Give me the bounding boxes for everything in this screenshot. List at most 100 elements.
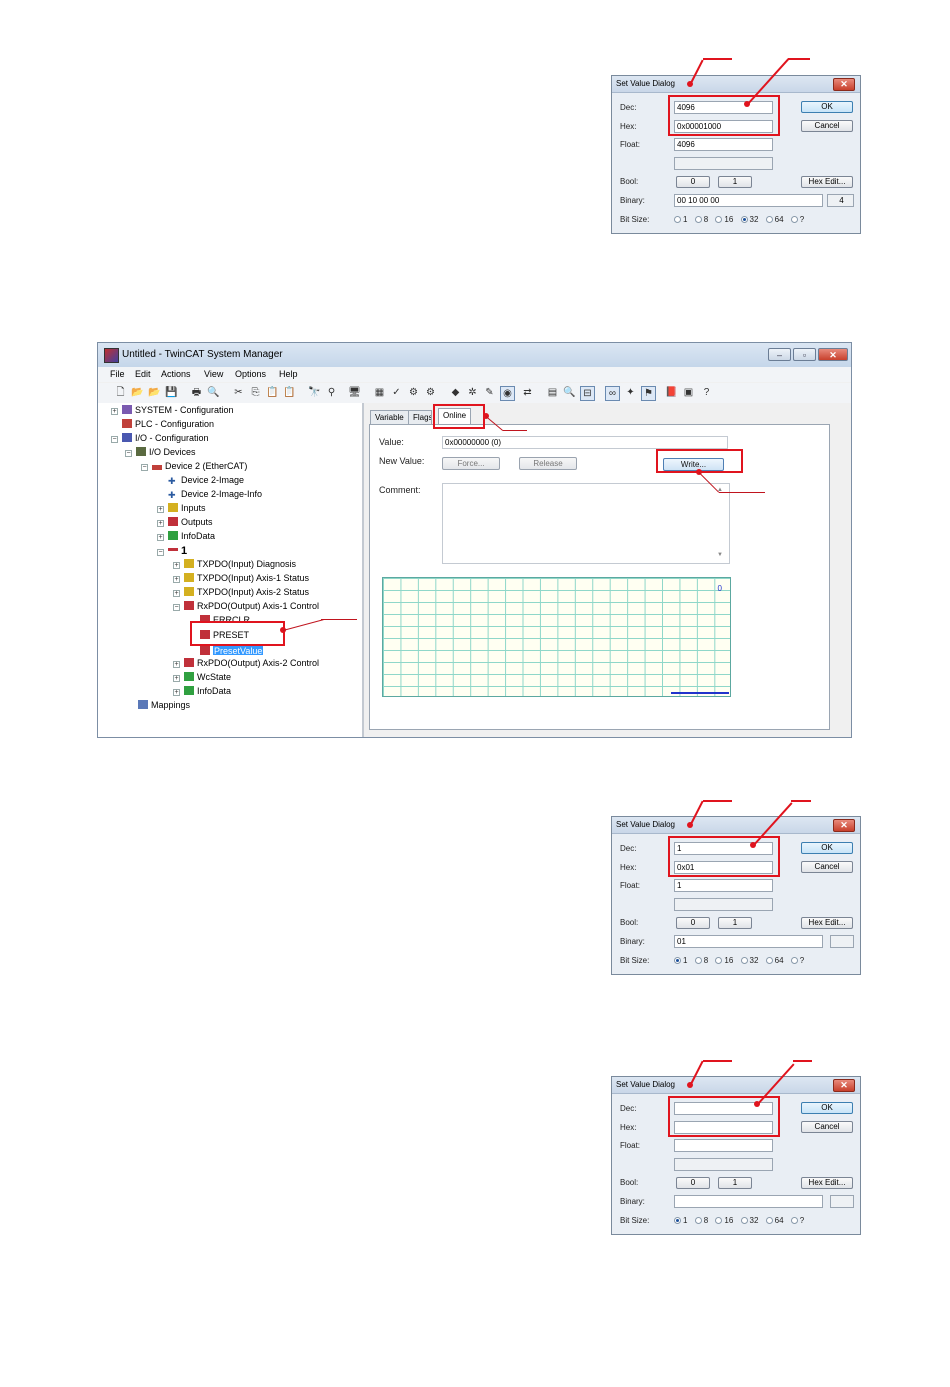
force-button[interactable]: Force...: [442, 457, 500, 470]
target-system-icon[interactable]: ✦: [624, 386, 637, 399]
tree-item-infodata[interactable]: InfoData: [168, 531, 215, 541]
bool-0-button[interactable]: 0: [676, 1177, 710, 1189]
generate-mappings-icon[interactable]: ▦: [373, 386, 386, 399]
hex-edit-button[interactable]: Hex Edit...: [801, 176, 853, 188]
tree-item-txpdo-axis1[interactable]: TXPDO(Input) Axis-1 Status: [184, 573, 309, 583]
hex-edit-button[interactable]: Hex Edit...: [801, 1177, 853, 1189]
tree-item-rxpdo-axis2[interactable]: RxPDO(Output) Axis-2 Control: [184, 658, 319, 668]
tree-item-inputs[interactable]: Inputs: [168, 503, 206, 513]
collapse-icon[interactable]: −: [125, 450, 132, 457]
tree-item-preset-value[interactable]: PresetValue: [200, 646, 264, 655]
bit-size-64-radio[interactable]: 64: [765, 215, 784, 224]
menu-help[interactable]: Help: [279, 369, 298, 379]
bit-size-1-radio[interactable]: 1: [674, 956, 687, 965]
ok-button[interactable]: OK: [801, 1102, 853, 1114]
bit-size-16-radio[interactable]: 16: [715, 956, 733, 965]
float-field[interactable]: 1: [674, 879, 773, 892]
bool-1-button[interactable]: 1: [718, 917, 752, 929]
tree-item-device2-image-info[interactable]: ✚ Device 2-Image-Info: [168, 489, 262, 500]
find-icon[interactable]: 🔭: [308, 386, 321, 399]
check-configuration-icon[interactable]: ✓: [390, 386, 403, 399]
bit-size-64-radio[interactable]: 64: [765, 956, 784, 965]
copy-icon[interactable]: ⎘: [249, 386, 262, 399]
close-icon[interactable]: ✕: [833, 819, 855, 832]
find-next-icon[interactable]: ⚲: [325, 386, 338, 399]
menu-options[interactable]: Options: [235, 369, 266, 379]
paste-with-links-icon[interactable]: 📋: [283, 386, 296, 399]
tree-item-io[interactable]: I/O - Configuration: [122, 433, 209, 443]
tree-item-mappings[interactable]: Mappings: [138, 700, 190, 710]
print-icon[interactable]: 🖶: [190, 386, 203, 399]
cancel-button[interactable]: Cancel: [801, 120, 853, 132]
tab-variable[interactable]: Variable: [370, 410, 409, 425]
toggle-icon[interactable]: ⇄: [521, 386, 534, 399]
cancel-button[interactable]: Cancel: [801, 1121, 853, 1133]
free-run-icon[interactable]: ✲: [466, 386, 479, 399]
binary-field[interactable]: 01: [674, 935, 823, 948]
tree-item-io-devices[interactable]: I/O Devices: [136, 447, 196, 457]
expand-icon[interactable]: +: [173, 590, 180, 597]
bit-size-auto-radio[interactable]: ?: [790, 215, 804, 224]
tree-item-infodata-slave[interactable]: InfoData: [184, 686, 231, 696]
watch-icon[interactable]: ∞: [605, 386, 620, 401]
open-icon[interactable]: 📂: [131, 386, 144, 399]
minimize-button[interactable]: –: [768, 348, 791, 361]
zoom-icon[interactable]: 🔍: [563, 386, 576, 399]
collapse-icon[interactable]: −: [141, 464, 148, 471]
help-icon[interactable]: ?: [700, 386, 713, 399]
bit-size-16-radio[interactable]: 16: [715, 1216, 733, 1225]
bit-size-1-radio[interactable]: 1: [674, 1216, 687, 1225]
bit-size-8-radio[interactable]: 8: [694, 1216, 708, 1225]
hex-edit-button[interactable]: Hex Edit...: [801, 917, 853, 929]
bit-size-8-radio[interactable]: 8: [694, 215, 708, 224]
bit-size-32-radio[interactable]: 32: [740, 1216, 758, 1225]
bit-size-32-radio[interactable]: 32: [740, 956, 758, 965]
collapse-icon[interactable]: −: [157, 549, 164, 556]
tree-item-rxpdo-axis1[interactable]: RxPDO(Output) Axis-1 Control: [184, 601, 319, 611]
collapse-icon[interactable]: −: [173, 604, 180, 611]
book-icon[interactable]: 📕: [665, 386, 678, 399]
tree-item-slave[interactable]: 1: [168, 545, 187, 557]
menu-file[interactable]: File: [110, 369, 125, 379]
scroll-down-icon[interactable]: ▼: [717, 552, 723, 558]
close-icon[interactable]: ✕: [833, 78, 855, 91]
bit-size-8-radio[interactable]: 8: [694, 956, 708, 965]
new-icon[interactable]: 🗋: [114, 386, 127, 399]
activate-configuration-icon[interactable]: ⚙: [407, 386, 420, 399]
expand-icon[interactable]: +: [173, 675, 180, 682]
expand-icon[interactable]: +: [173, 689, 180, 696]
bool-0-button[interactable]: 0: [676, 917, 710, 929]
restart-icon[interactable]: ⚙: [424, 386, 437, 399]
bit-size-auto-radio[interactable]: ?: [790, 956, 804, 965]
tree-item-plc[interactable]: PLC - Configuration: [122, 419, 214, 429]
print-preview-icon[interactable]: 🔍: [207, 386, 220, 399]
float-field[interactable]: 4096: [674, 138, 773, 151]
config-mode-icon[interactable]: ◆: [449, 386, 462, 399]
paste-icon[interactable]: 📋: [266, 386, 279, 399]
scan-devices-icon[interactable]: ✎: [483, 386, 496, 399]
tree-item-outputs[interactable]: Outputs: [168, 517, 213, 527]
tab-flags[interactable]: Flags: [408, 410, 432, 425]
tree-item-device2-image[interactable]: ✚ Device 2-Image: [168, 475, 244, 486]
monitor-icon[interactable]: 🖥: [348, 386, 361, 399]
online-mode-icon[interactable]: ◉: [500, 386, 515, 401]
bit-size-16-radio[interactable]: 16: [715, 215, 733, 224]
expand-icon[interactable]: +: [111, 408, 118, 415]
close-icon[interactable]: ✕: [833, 1079, 855, 1092]
ok-button[interactable]: OK: [801, 842, 853, 854]
close-button[interactable]: ✕: [818, 348, 848, 361]
bool-1-button[interactable]: 1: [718, 176, 752, 188]
expand-icon[interactable]: +: [173, 661, 180, 668]
maximize-button[interactable]: ▫: [793, 348, 816, 361]
bit-size-64-radio[interactable]: 64: [765, 1216, 784, 1225]
collapse-icon[interactable]: −: [111, 436, 118, 443]
bool-0-button[interactable]: 0: [676, 176, 710, 188]
cut-icon[interactable]: ✂: [232, 386, 245, 399]
comment-field[interactable]: [442, 483, 730, 564]
float-field[interactable]: [674, 1139, 773, 1152]
menu-edit[interactable]: Edit: [135, 369, 151, 379]
tree-item-device2[interactable]: Device 2 (EtherCAT): [152, 461, 247, 471]
bool-1-button[interactable]: 1: [718, 1177, 752, 1189]
bus-icon[interactable]: ▤: [546, 386, 559, 399]
menu-view[interactable]: View: [204, 369, 223, 379]
